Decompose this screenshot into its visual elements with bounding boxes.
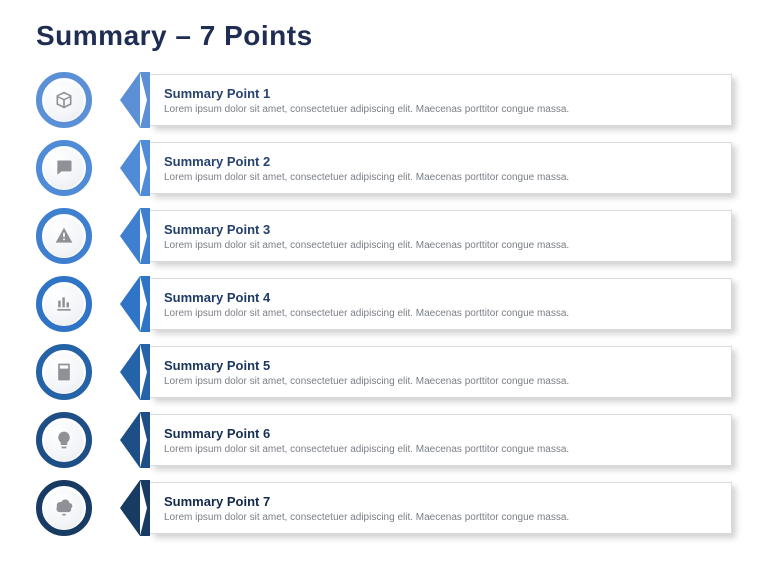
chat-icon [44,148,84,188]
medallion [36,412,92,468]
list-item: Summary Point 7 Lorem ipsum dolor sit am… [36,480,732,536]
cloud-gear-icon [44,488,84,528]
lightbulb-icon [44,420,84,460]
list-item: Summary Point 2 Lorem ipsum dolor sit am… [36,140,732,196]
calculator-icon [44,352,84,392]
list-item: Summary Point 3 Lorem ipsum dolor sit am… [36,208,732,264]
medallion [36,480,92,536]
chevron-left-icon [120,344,140,400]
summary-card: Summary Point 2 Lorem ipsum dolor sit am… [150,142,732,194]
chevron-left-icon [120,208,140,264]
summary-card: Summary Point 7 Lorem ipsum dolor sit am… [150,482,732,534]
medallion [36,208,92,264]
summary-list: Summary Point 1 Lorem ipsum dolor sit am… [36,72,732,536]
medallion [36,344,92,400]
summary-point-title: Summary Point 3 [164,222,717,237]
warning-icon [44,216,84,256]
summary-card: Summary Point 5 Lorem ipsum dolor sit am… [150,346,732,398]
box-icon [44,80,84,120]
chevron-left-icon [120,140,140,196]
summary-point-body: Lorem ipsum dolor sit amet, consectetuer… [164,375,717,389]
medallion [36,276,92,332]
list-item: Summary Point 5 Lorem ipsum dolor sit am… [36,344,732,400]
summary-point-body: Lorem ipsum dolor sit amet, consectetuer… [164,307,717,321]
summary-point-body: Lorem ipsum dolor sit amet, consectetuer… [164,443,717,457]
summary-point-body: Lorem ipsum dolor sit amet, consectetuer… [164,103,717,117]
list-item: Summary Point 1 Lorem ipsum dolor sit am… [36,72,732,128]
medallion [36,72,92,128]
summary-point-title: Summary Point 6 [164,426,717,441]
summary-point-title: Summary Point 4 [164,290,717,305]
summary-point-title: Summary Point 5 [164,358,717,373]
page-title: Summary – 7 Points [36,20,732,52]
medallion [36,140,92,196]
list-item: Summary Point 4 Lorem ipsum dolor sit am… [36,276,732,332]
summary-point-body: Lorem ipsum dolor sit amet, consectetuer… [164,239,717,253]
summary-point-title: Summary Point 2 [164,154,717,169]
summary-card: Summary Point 4 Lorem ipsum dolor sit am… [150,278,732,330]
summary-point-title: Summary Point 7 [164,494,717,509]
summary-point-title: Summary Point 1 [164,86,717,101]
chevron-left-icon [120,276,140,332]
summary-card: Summary Point 3 Lorem ipsum dolor sit am… [150,210,732,262]
summary-point-body: Lorem ipsum dolor sit amet, consectetuer… [164,511,717,525]
summary-point-body: Lorem ipsum dolor sit amet, consectetuer… [164,171,717,185]
bar-chart-icon [44,284,84,324]
chevron-left-icon [120,480,140,536]
summary-card: Summary Point 6 Lorem ipsum dolor sit am… [150,414,732,466]
list-item: Summary Point 6 Lorem ipsum dolor sit am… [36,412,732,468]
chevron-left-icon [120,412,140,468]
chevron-left-icon [120,72,140,128]
summary-card: Summary Point 1 Lorem ipsum dolor sit am… [150,74,732,126]
